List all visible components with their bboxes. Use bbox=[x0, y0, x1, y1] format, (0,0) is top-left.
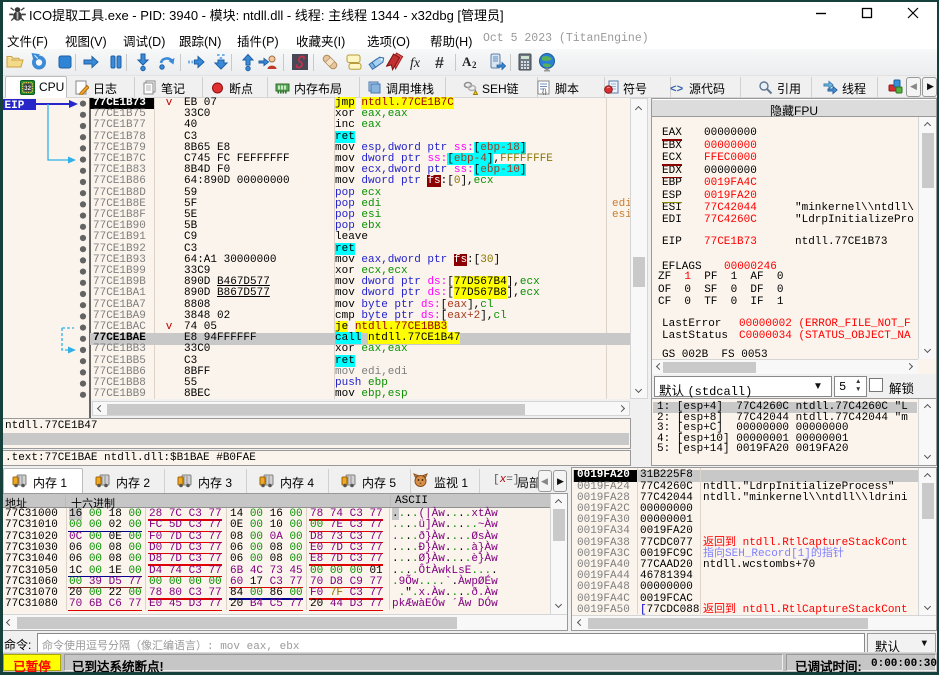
svg-text:A: A bbox=[462, 54, 472, 69]
svg-text:#: # bbox=[435, 55, 444, 72]
svg-text:fx: fx bbox=[410, 56, 421, 71]
svg-text:2: 2 bbox=[472, 60, 477, 70]
svg-text:32: 32 bbox=[24, 86, 31, 92]
svg-text:{}: {} bbox=[542, 89, 547, 95]
svg-text:<>: <> bbox=[670, 84, 684, 95]
